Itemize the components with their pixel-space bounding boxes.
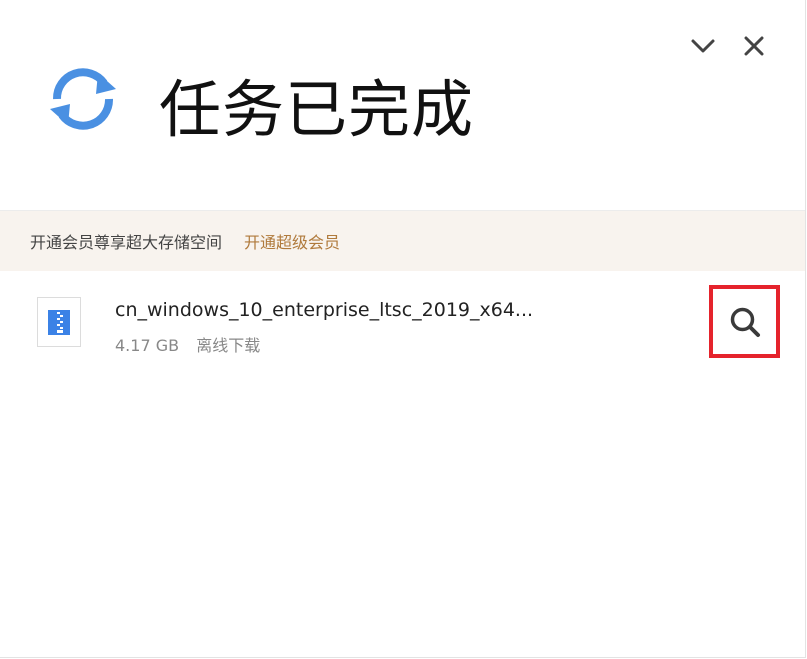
task-complete-window: 任务已完成 开通会员尊享超大存储空间 开通超级会员 cn_windows_10_… [0,0,806,658]
file-name: cn_windows_10_enterprise_ltsc_2019_x64..… [115,299,534,321]
chevron-down-icon [691,39,715,53]
search-icon [730,307,760,337]
file-status: 离线下载 [196,336,261,355]
zip-file-icon [37,297,81,347]
locate-file-button[interactable] [709,285,780,358]
upgrade-vip-link[interactable]: 开通超级会员 [244,229,340,253]
close-button[interactable] [741,33,767,59]
promo-text: 开通会员尊享超大存储空间 [30,233,223,252]
header: 任务已完成 [0,0,805,211]
page-title: 任务已完成 [159,73,475,146]
file-size: 4.17 GB [115,336,180,355]
close-icon [744,36,764,56]
file-list-item[interactable]: cn_windows_10_enterprise_ltsc_2019_x64..… [0,271,805,371]
file-meta: 4.17 GB 离线下载 [115,332,260,356]
sync-refresh-icon [50,68,116,130]
collapse-button[interactable] [690,33,716,59]
vip-promo-bar: 开通会员尊享超大存储空间 开通超级会员 [0,211,805,271]
